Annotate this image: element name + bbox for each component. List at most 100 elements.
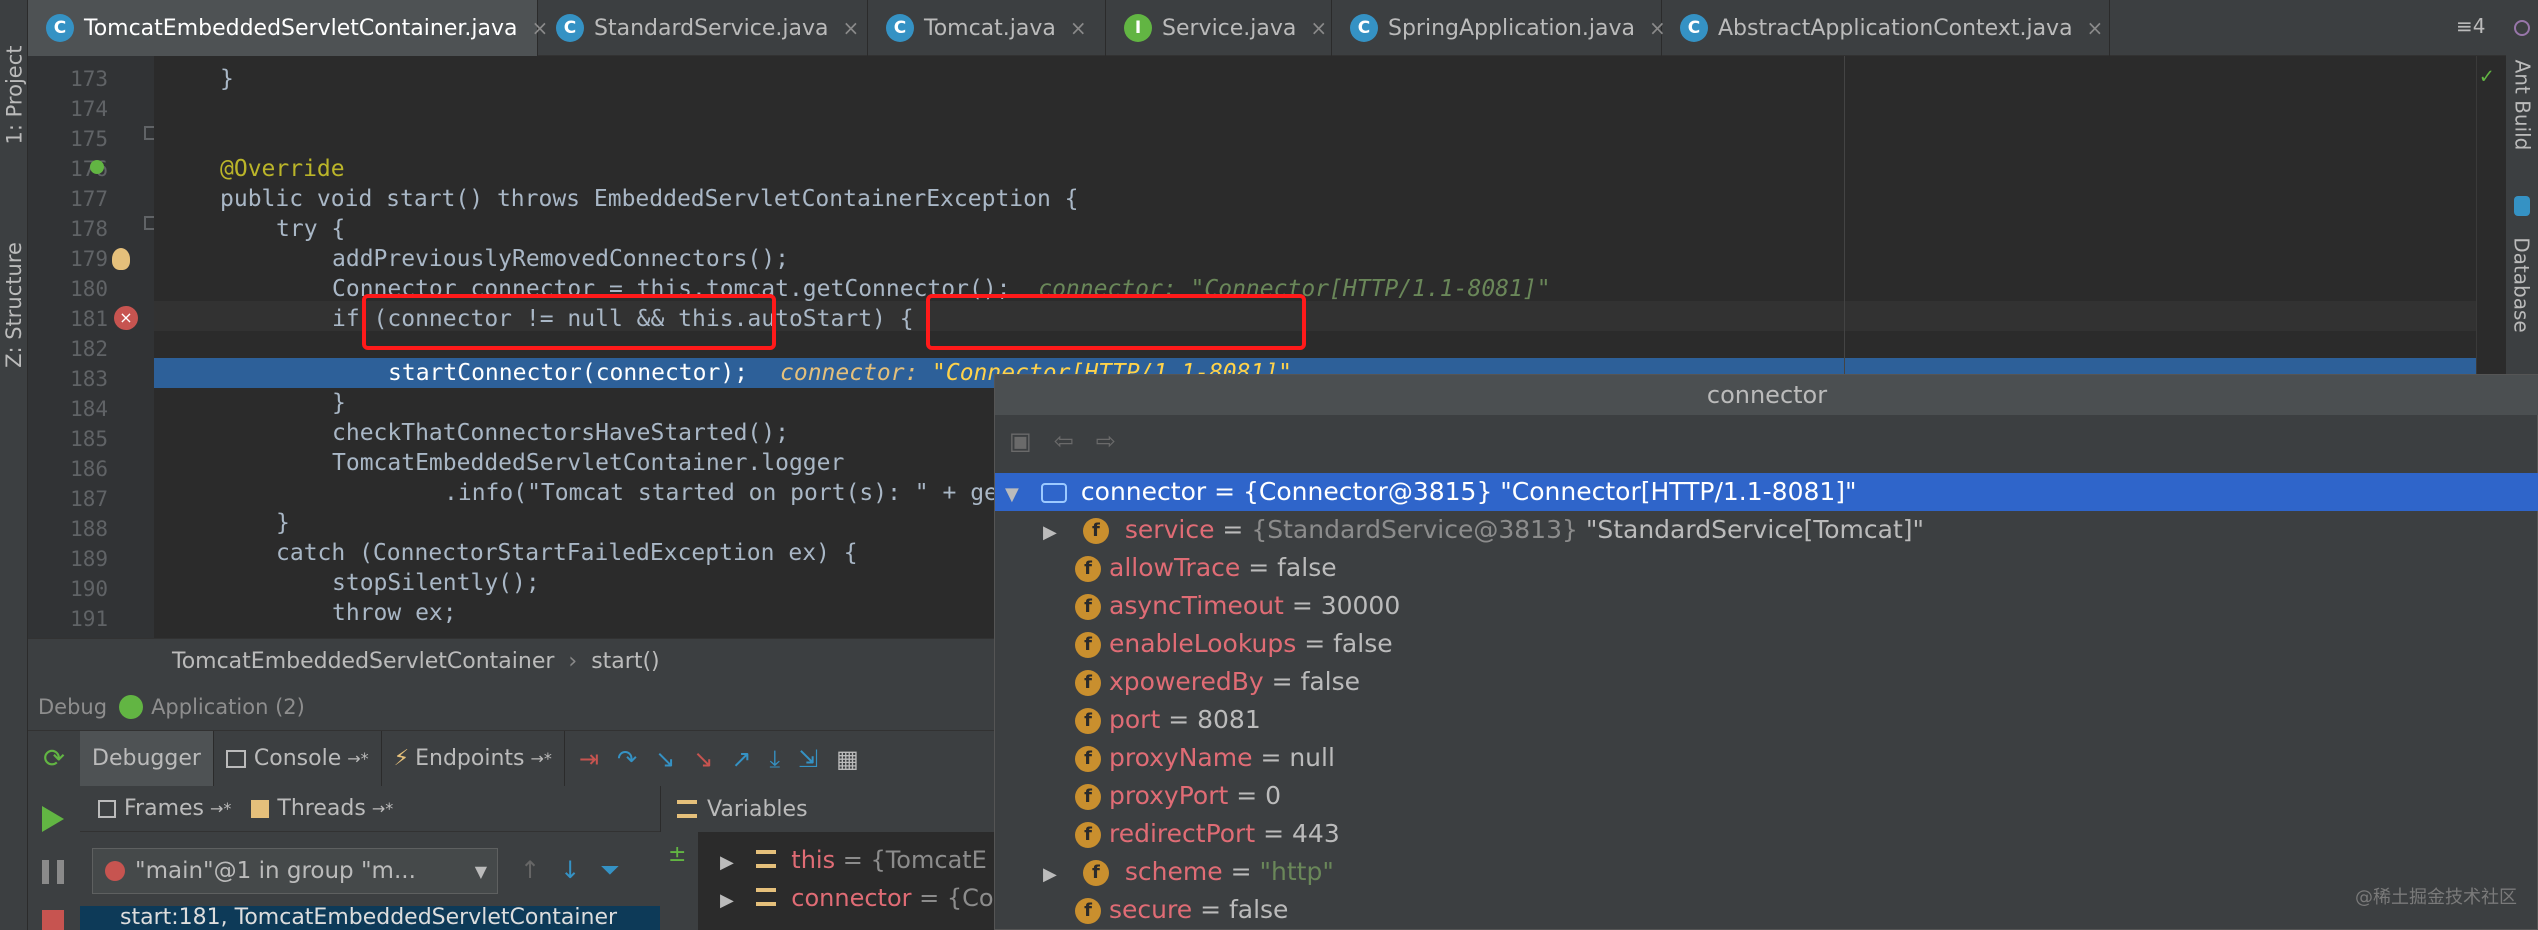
tree-field-row[interactable]: f proxyName = null [995, 739, 2538, 777]
navigate-icon[interactable]: ▣ [1009, 427, 1032, 455]
close-icon[interactable]: × [2087, 16, 2104, 40]
watermark: @稀土掘金技术社区 [2355, 887, 2517, 908]
project-tool-button[interactable]: 1: Project [0, 20, 28, 170]
database-label: Database [2510, 237, 2534, 333]
tree-field-row[interactable]: f redirectPort = 443 [995, 815, 2538, 853]
tab-spring-application[interactable]: C SpringApplication.java × [1332, 0, 1666, 56]
breadcrumb-class[interactable]: TomcatEmbeddedServletContainer [172, 649, 554, 674]
threads-icon [251, 799, 270, 818]
forward-arrow-icon[interactable]: ⇨ [1096, 427, 1116, 455]
class-icon: C [556, 14, 584, 42]
tab-abstract-application-context[interactable]: C AbstractApplicationContext.java × [1662, 0, 2110, 56]
tab-tomcat[interactable]: C Tomcat.java × [868, 0, 1106, 56]
tree-field-row[interactable]: f enableLookups = false [995, 625, 2538, 663]
down-arrow-icon[interactable]: ↓ [560, 856, 580, 884]
run-config-tab[interactable]: Application (2) [151, 695, 305, 719]
drop-frame-icon[interactable]: ⤓ [769, 745, 780, 773]
run-to-cursor-icon[interactable]: ⇲ [798, 745, 818, 773]
pin-icon[interactable]: →* [372, 799, 393, 818]
tab-standard-service[interactable]: C StandardService.java × [538, 0, 868, 56]
evaluate-icon[interactable]: ▦ [836, 745, 859, 773]
tab-console[interactable]: Console →* [214, 730, 382, 787]
step-into-icon[interactable]: ↘ [655, 745, 675, 773]
field-icon: f [1075, 898, 1101, 924]
right-tool-strip: Ant Build Database [2506, 0, 2538, 380]
tree-field-row[interactable]: f asyncTimeout = 30000 [995, 587, 2538, 625]
line-number: 184 [70, 397, 108, 421]
ant-build-tool-button[interactable]: Ant Build [2506, 40, 2538, 170]
breakpoint-icon[interactable]: × [114, 306, 138, 330]
frames-tab[interactable]: Frames [124, 796, 204, 821]
pin-icon[interactable]: →* [347, 749, 368, 768]
tree-field-row[interactable]: f port = 8081 [995, 701, 2538, 739]
close-icon[interactable]: × [842, 16, 859, 40]
tree-root-row[interactable]: ▼ connector = {Connector@3815} "Connecto… [995, 473, 2538, 511]
tab-label: TomcatEmbeddedServletContainer.java [84, 15, 518, 41]
thread-selector[interactable]: "main"@1 in group "m... ▼ [92, 848, 498, 894]
variables-panel: Variables ± ▶ this = {TomcatE ▶ connecto… [660, 786, 998, 930]
tab-debugger[interactable]: Debugger [80, 730, 214, 787]
expand-arrow-icon[interactable]: ▶ [1043, 856, 1063, 894]
force-step-into-icon[interactable]: ↘ [693, 745, 713, 773]
field-value: = 30000 [1291, 591, 1401, 620]
tab-tomcat-embedded[interactable]: C TomcatEmbeddedServletContainer.java × [28, 0, 548, 56]
field-name: port [1109, 705, 1161, 734]
field-name: enableLookups [1109, 629, 1297, 658]
stop-icon[interactable] [42, 910, 64, 930]
pin-icon[interactable]: →* [531, 749, 552, 768]
show-execution-point-icon[interactable]: ⇥ [579, 745, 599, 773]
tree-field-row[interactable]: f secure = false [995, 891, 2538, 929]
chevron-down-icon[interactable]: ▼ [475, 862, 487, 881]
new-watch-icon[interactable]: ± [668, 842, 686, 867]
close-icon[interactable]: × [1070, 16, 1087, 40]
rerun-icon[interactable]: ⟳ [28, 731, 80, 787]
tab-label: Console [253, 746, 342, 771]
breadcrumb-method[interactable]: start() [591, 649, 659, 674]
tab-service[interactable]: I Service.java × [1106, 0, 1332, 56]
field-icon: f [1075, 746, 1101, 772]
code-line-177: try { [276, 216, 346, 242]
resume-icon[interactable] [42, 806, 64, 832]
tree-field-row[interactable]: f allowTrace = false [995, 549, 2538, 587]
field-name: asyncTimeout [1109, 591, 1284, 620]
tab-overflow-button[interactable]: ≡4 [2456, 14, 2485, 38]
tree-field-row[interactable]: f xpoweredBy = false [995, 663, 2538, 701]
variables-toolbar: ± [660, 832, 698, 930]
watch-object-icon [1040, 483, 1067, 503]
field-value: = null [1260, 743, 1335, 772]
spring-boot-icon [119, 695, 144, 719]
threads-tab[interactable]: Threads [277, 796, 365, 821]
pin-icon[interactable]: →* [210, 799, 231, 818]
pause-icon[interactable] [42, 860, 64, 884]
database-tool-button[interactable]: Database [2506, 220, 2538, 350]
back-arrow-icon[interactable]: ⇦ [1054, 427, 1074, 455]
frame-row[interactable]: start:181, TomcatEmbeddedServletContaine… [80, 906, 660, 930]
filter-icon[interactable]: ⏷ [600, 856, 619, 884]
variable-row[interactable]: ▶ connector = {Co [720, 884, 994, 912]
line-number: 186 [70, 457, 108, 481]
override-marker-icon[interactable] [90, 160, 104, 174]
variables-icon [677, 800, 697, 818]
frames-icon [98, 799, 116, 818]
code-line-186: } [276, 510, 290, 536]
lightbulb-icon[interactable] [112, 248, 130, 270]
tree-field-row[interactable]: f proxyPort = 0 [995, 777, 2538, 815]
close-icon[interactable]: × [1310, 16, 1327, 40]
line-number: 177 [70, 187, 108, 211]
structure-tool-button[interactable]: Z: Structure [0, 220, 28, 390]
expand-arrow-icon[interactable]: ▶ [720, 890, 740, 911]
field-name: scheme [1124, 857, 1223, 886]
tree-field-row[interactable]: ▶ f scheme = "http" [995, 853, 2538, 891]
collapse-arrow-icon[interactable]: ▼ [1005, 476, 1025, 514]
tab-endpoints[interactable]: ⚡ Endpoints →* [382, 730, 565, 787]
expand-arrow-icon[interactable]: ▶ [1043, 514, 1063, 552]
tree-field-row[interactable]: ▶ f service = {StandardService@3813} "St… [995, 511, 2538, 549]
step-over-icon[interactable]: ↷ [617, 745, 637, 773]
step-out-icon[interactable]: ↗ [731, 745, 751, 773]
expand-arrow-icon[interactable]: ▶ [720, 852, 740, 873]
field-value: = false [1248, 553, 1337, 582]
up-arrow-icon[interactable]: ↑ [520, 856, 540, 884]
variable-row[interactable]: ▶ this = {TomcatE [720, 846, 987, 874]
editor-gutter: 173 174 175 176 177 178 179 180 181 182 … [28, 56, 156, 638]
line-number: 174 [70, 97, 108, 121]
